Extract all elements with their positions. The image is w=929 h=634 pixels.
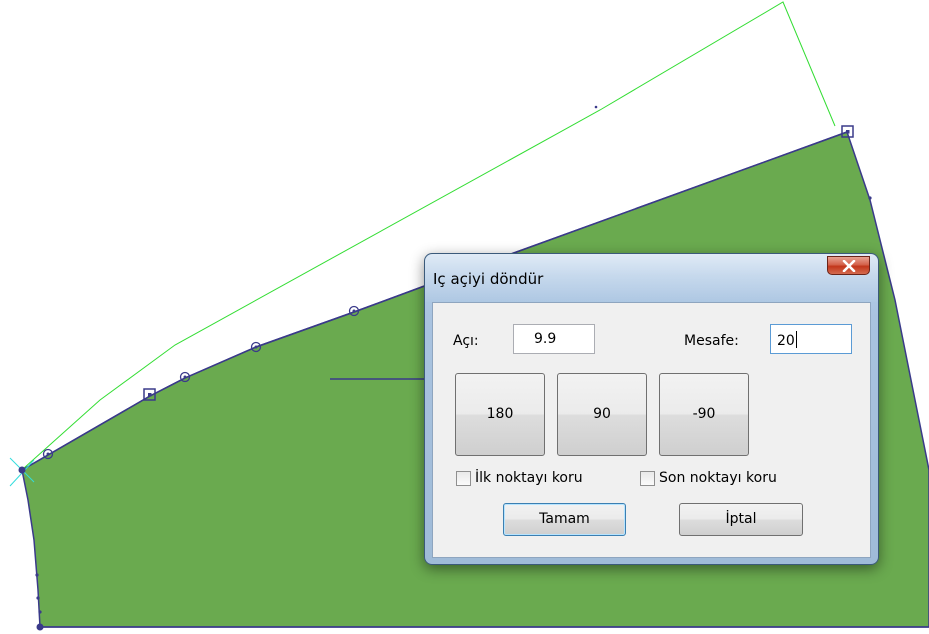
point-dot [46, 452, 50, 456]
angle-input[interactable]: 9.9 [513, 324, 595, 354]
point-dot [35, 573, 39, 577]
rotate-180-button[interactable]: 180 [455, 373, 545, 456]
point-dot [36, 596, 40, 600]
close-button[interactable] [827, 256, 870, 275]
point-dot [868, 196, 872, 200]
point-dot [594, 105, 598, 109]
cancel-button[interactable]: İptal [679, 503, 803, 536]
distance-label: Mesafe: [684, 333, 739, 349]
dialog-titlebar[interactable]: Iç açiyi döndür [425, 254, 878, 302]
point-dot [183, 375, 187, 379]
point-dot [36, 623, 44, 631]
rotate-minus-90-button[interactable]: -90 [659, 373, 749, 456]
rotate-angle-dialog[interactable]: Iç açiyi döndür Açı: 9.9 Mesafe: 20 180 … [424, 253, 879, 565]
angle-label: Açı: [453, 333, 479, 349]
ok-button[interactable]: Tamam [503, 503, 626, 536]
distance-input[interactable]: 20 [770, 324, 852, 354]
keep-first-point-label: İlk noktayı koru [475, 470, 583, 486]
dialog-client-area: Açı: 9.9 Mesafe: 20 180 90 -90 İlk nokta… [432, 302, 871, 558]
point-dot [254, 345, 258, 349]
rotate-90-button[interactable]: 90 [557, 373, 647, 456]
point-dot [352, 309, 356, 313]
text-caret [795, 331, 797, 348]
close-x-icon [842, 259, 855, 272]
point-square-inner [846, 130, 850, 134]
point-dot [38, 610, 42, 614]
point-dot [18, 466, 26, 474]
angle-value: 9.9 [534, 331, 557, 347]
dialog-title: Iç açiyi döndür [433, 270, 544, 288]
point-square-inner [148, 393, 152, 397]
keep-first-point-checkbox[interactable] [456, 471, 471, 486]
keep-last-point-label: Son noktayı koru [659, 470, 777, 486]
distance-value: 20 [777, 333, 795, 349]
keep-last-point-checkbox[interactable] [640, 471, 655, 486]
